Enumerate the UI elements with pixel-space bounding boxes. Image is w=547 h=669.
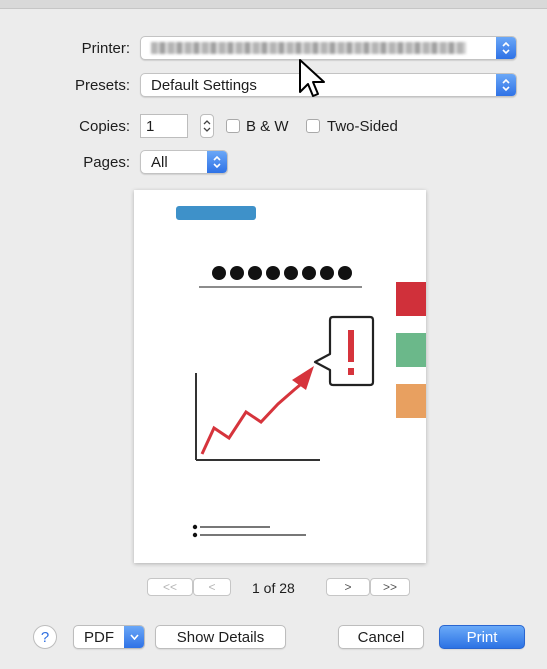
printer-name-blurred	[151, 42, 466, 54]
page-preview-illustration	[176, 206, 426, 538]
pages-popup[interactable]: All	[140, 150, 228, 174]
title-dots	[212, 266, 352, 280]
chevron-updown-icon	[496, 74, 516, 96]
last-page-button[interactable]: >>	[370, 578, 410, 596]
show-details-button[interactable]: Show Details	[155, 625, 286, 649]
chevron-updown-icon	[496, 37, 516, 59]
presets-label: Presets:	[74, 77, 130, 94]
pdf-menu-button[interactable]: PDF	[73, 625, 145, 649]
header-bar	[176, 206, 256, 220]
mouse-pointer-icon	[299, 59, 325, 97]
two-sided-checkbox[interactable]	[306, 119, 320, 133]
pages-label: Pages:	[83, 154, 130, 171]
page-preview	[134, 190, 426, 563]
bw-label: B & W	[246, 118, 289, 135]
stepper-arrows-icon	[203, 120, 211, 132]
copies-field[interactable]: 1	[140, 114, 188, 138]
window-top-border	[0, 0, 547, 9]
pdf-label: PDF	[84, 628, 114, 646]
growth-chart	[195, 366, 320, 461]
help-button[interactable]: ?	[33, 625, 57, 649]
pages-value: All	[151, 153, 168, 171]
printer-popup[interactable]	[140, 36, 517, 60]
previous-page-button[interactable]: <	[193, 578, 231, 596]
chevron-down-icon	[124, 626, 144, 648]
copies-label: Copies:	[79, 118, 130, 135]
tab-red	[396, 282, 426, 316]
exclamation-bubble	[313, 315, 375, 387]
chevron-updown-icon	[207, 151, 227, 173]
tab-orange	[396, 384, 426, 418]
print-button[interactable]: Print	[439, 625, 525, 649]
footer-lines	[192, 524, 306, 538]
next-page-button[interactable]: >	[326, 578, 370, 596]
presets-popup[interactable]: Default Settings	[140, 73, 517, 97]
copies-stepper[interactable]	[200, 114, 214, 138]
cancel-button[interactable]: Cancel	[338, 625, 424, 649]
first-page-button[interactable]: <<	[147, 578, 193, 596]
tab-green	[396, 333, 426, 367]
printer-label: Printer:	[81, 40, 130, 57]
page-status: 1 of 28	[252, 580, 295, 596]
two-sided-label: Two-Sided	[327, 118, 398, 135]
bw-checkbox[interactable]	[226, 119, 240, 133]
